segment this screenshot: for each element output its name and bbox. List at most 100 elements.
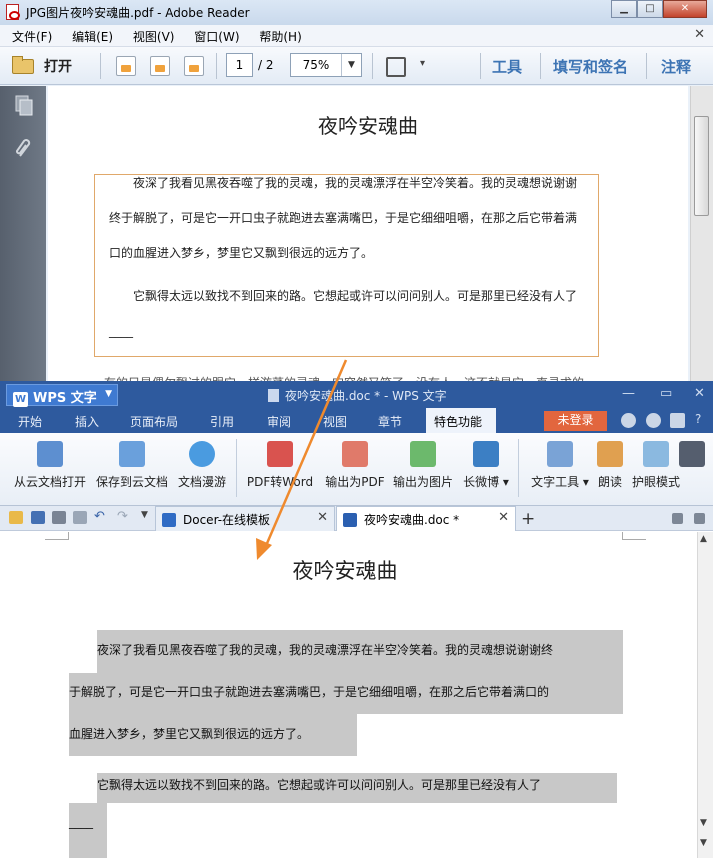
document-line: ____ <box>69 815 93 829</box>
scrollbar-thumb[interactable] <box>694 116 709 216</box>
close-button[interactable]: ✕ <box>663 0 707 18</box>
ribbon-label: 文档漫游 <box>177 475 226 489</box>
scroll-page-down-icon[interactable]: ▼ <box>700 838 707 848</box>
night-mode-button[interactable]: 夜间 <box>672 441 712 467</box>
document-line: 血腥进入梦乡，梦里它又飘到很远的远方了。 <box>69 727 310 741</box>
ribbon-label: 长微博 ▾ <box>463 475 509 489</box>
pages-icon[interactable] <box>14 94 34 118</box>
wps-app-name: WPS 文字 <box>33 391 97 406</box>
menu-help[interactable]: 帮助(H) <box>259 25 301 45</box>
tab-view[interactable]: 视图 <box>323 413 347 430</box>
ribbon-label: 护眼模式 <box>631 475 680 489</box>
redo-icon[interactable]: ↷ <box>117 509 131 524</box>
feedback-icon[interactable] <box>646 413 661 428</box>
tab-start[interactable]: 开始 <box>18 413 42 430</box>
tab-special-features[interactable]: 特色功能 <box>426 408 496 433</box>
navigation-sidebar <box>0 86 46 390</box>
wps-minimize-icon[interactable]: — <box>622 386 635 401</box>
wps-maximize-icon[interactable]: ▭ <box>660 386 672 401</box>
doc-tab-current[interactable]: 夜吟安魂曲.doc * ✕ <box>336 506 516 531</box>
quick-access-dropdown-icon[interactable]: ▼ <box>141 510 155 523</box>
tab-chapter[interactable]: 章节 <box>378 413 402 430</box>
wps-app-menu[interactable]: W WPS 文字 ▼ <box>6 384 118 407</box>
attachment-icon[interactable] <box>14 136 34 160</box>
print-icon[interactable] <box>52 511 66 524</box>
document-line: 它飘得太远以致找不到回来的路。它想起或许可以问问别人。可是那里已经没有人了 <box>97 778 542 792</box>
adobe-reader-window: JPG图片夜吟安魂曲.pdf - Adobe Reader ▁ □ ✕ 文件(F… <box>0 0 713 390</box>
tab-references[interactable]: 引用 <box>210 413 234 430</box>
open-cloud-doc-button[interactable]: 从云文档打开 <box>10 441 90 489</box>
tab-insert[interactable]: 插入 <box>75 413 99 430</box>
wps-window: W WPS 文字 ▼ 夜吟安魂曲.doc * - WPS 文字 — ▭ ✕ 开始 插… <box>0 381 713 858</box>
wps-close-icon[interactable]: ✕ <box>694 386 705 401</box>
adobe-title-bar: JPG图片夜吟安魂曲.pdf - Adobe Reader ▁ □ ✕ <box>0 0 713 25</box>
pdf-to-word-button[interactable]: PDF转Word <box>240 441 320 489</box>
help-icon[interactable]: ? <box>695 412 701 426</box>
open-folder-icon[interactable] <box>9 511 23 524</box>
pdf-paragraph-line: ____ <box>109 324 133 338</box>
margin-marker <box>45 532 69 540</box>
document-line: 夜深了我看见黑夜吞噬了我的灵魂，我的灵魂漂浮在半空冷笑着。我的灵魂想说谢谢终 <box>97 643 554 657</box>
adobe-window-title: JPG图片夜吟安魂曲.pdf - Adobe Reader <box>26 6 250 20</box>
close-tab-icon[interactable]: ✕ <box>498 510 509 525</box>
skin-icon[interactable] <box>621 413 636 428</box>
close-tab-icon[interactable]: ✕ <box>317 510 328 525</box>
menu-edit[interactable]: 编辑(E) <box>72 25 113 45</box>
tab-review[interactable]: 审阅 <box>267 413 291 430</box>
export-pdf-icon <box>342 441 368 467</box>
tab-options-icon[interactable] <box>694 513 705 524</box>
ribbon-label: PDF转Word <box>246 475 314 489</box>
undo-icon[interactable]: ↶ <box>94 509 108 524</box>
wps-window-title: 夜吟安魂曲.doc * - WPS 文字 <box>268 387 447 404</box>
login-button[interactable]: 未登录 <box>544 411 607 431</box>
pdf-word-icon <box>267 441 293 467</box>
long-weibo-button[interactable]: 长微博 ▾ <box>446 441 526 489</box>
export-pdf-icon[interactable] <box>150 56 170 76</box>
doc-tab-docer-label: Docer-在线模板 <box>183 513 271 527</box>
docer-icon <box>162 513 176 527</box>
print-preview-icon[interactable] <box>73 511 87 524</box>
ribbon-label-text: 长微博 <box>463 475 500 489</box>
comment-button[interactable]: 注释 <box>661 56 691 77</box>
document-scrollbar[interactable]: ▲ ▼ ▼ <box>697 532 713 858</box>
toolbar-divider <box>372 53 373 79</box>
fullscreen-icon[interactable] <box>383 54 407 77</box>
menu-file[interactable]: 文件(F) <box>12 25 52 45</box>
shirt-icon[interactable] <box>670 413 685 428</box>
chevron-down-icon[interactable]: ▼ <box>341 54 361 76</box>
toolbar-divider <box>540 53 541 79</box>
sign-document-icon[interactable] <box>184 56 204 76</box>
scroll-up-icon[interactable]: ▲ <box>700 534 707 544</box>
doc-roaming-button[interactable]: 文档漫游 <box>162 441 242 489</box>
toolbar-divider <box>100 53 101 79</box>
cloud-save-icon <box>119 441 145 467</box>
menu-view[interactable]: 视图(V) <box>133 25 175 45</box>
minimize-button[interactable]: ▁ <box>611 0 637 18</box>
new-tab-icon[interactable]: + <box>521 509 535 529</box>
tab-list-icon[interactable] <box>672 513 683 524</box>
document-line: 于解脱了，可是它一开口虫子就跑进去塞满嘴巴，于是它细细咀嚼，在那之后它带着满口的 <box>69 685 550 699</box>
scroll-down-icon[interactable]: ▼ <box>700 818 707 828</box>
tools-button[interactable]: 工具 <box>492 56 522 77</box>
wps-title-bar: W WPS 文字 ▼ 夜吟安魂曲.doc * - WPS 文字 — ▭ ✕ <box>0 381 713 408</box>
maximize-button[interactable]: □ <box>637 0 663 18</box>
ribbon-divider <box>236 439 237 497</box>
eye-icon <box>643 441 669 467</box>
fill-sign-button[interactable]: 填写和签名 <box>553 56 628 77</box>
pdf-scrollbar[interactable] <box>690 86 713 390</box>
create-pdf-icon[interactable] <box>116 56 136 76</box>
save-icon[interactable] <box>31 511 45 524</box>
pdf-paragraph-line: 口的血腥进入梦乡，梦里它又飘到很远的远方了。 <box>109 246 374 260</box>
toolbar-more-icon[interactable]: ▾ <box>420 58 425 69</box>
open-button[interactable]: 打开 <box>12 53 90 79</box>
close-document-icon[interactable]: ✕ <box>694 27 705 42</box>
zoom-select[interactable]: 75% ▼ <box>290 53 362 77</box>
tab-layout[interactable]: 页面布局 <box>130 413 178 430</box>
page-number-input[interactable]: 1 <box>226 53 253 77</box>
doc-tab-docer[interactable]: Docer-在线模板 ✕ <box>155 506 335 531</box>
toolbar-divider <box>216 53 217 79</box>
document-editor[interactable]: 夜吟安魂曲 夜深了我看见黑夜吞噬了我的灵魂，我的灵魂漂浮在半空冷笑着。我的灵魂想… <box>0 532 697 858</box>
menu-window[interactable]: 窗口(W) <box>194 25 239 45</box>
pdf-document-title: 夜吟安魂曲 <box>318 114 418 138</box>
save-cloud-doc-button[interactable]: 保存到云文档 <box>92 441 172 489</box>
